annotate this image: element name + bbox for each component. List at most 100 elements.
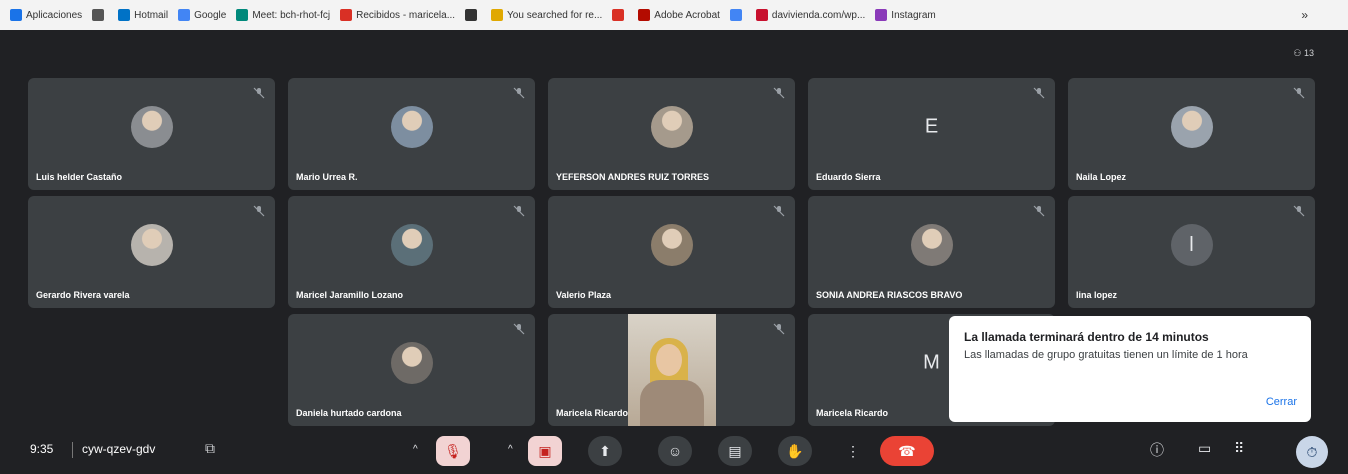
clock: 9:35 bbox=[30, 442, 54, 456]
participant-name: Gerardo Rivera varela bbox=[36, 290, 130, 300]
google-icon bbox=[729, 9, 742, 21]
captions-button[interactable]: ▤ bbox=[718, 436, 752, 466]
bookmark-item[interactable]: Adobe Acrobat bbox=[638, 9, 720, 21]
meet-icon bbox=[236, 9, 249, 21]
muted-mic-icon bbox=[1293, 86, 1305, 99]
muted-mic-icon bbox=[773, 204, 785, 217]
bookmark-label: You searched for re... bbox=[507, 9, 603, 21]
bookmark-item[interactable] bbox=[465, 9, 481, 21]
participant-name: Maricela Ricardo bbox=[816, 408, 889, 418]
present-icon: ⬆ bbox=[599, 442, 611, 459]
leave-call-button[interactable]: ☎ bbox=[880, 436, 934, 466]
participant-tile[interactable]: Mario Urrea R. bbox=[288, 78, 535, 190]
participant-tile[interactable]: Maricela Ricardo bbox=[548, 314, 795, 426]
participant-name: Eduardo Sierra bbox=[816, 172, 881, 182]
avatar bbox=[390, 106, 433, 149]
mic-toggle-button[interactable]: 🎙 bbox=[436, 436, 470, 466]
copy-icon[interactable]: ⧉ bbox=[205, 440, 215, 457]
avatar bbox=[910, 224, 953, 267]
bookmark-item[interactable]: Hotmail bbox=[118, 9, 168, 21]
muted-mic-icon bbox=[1033, 86, 1045, 99]
activities-icon[interactable]: ⠿ bbox=[1234, 440, 1244, 457]
bookmark-item[interactable] bbox=[729, 9, 746, 21]
bookmark-item[interactable] bbox=[612, 9, 628, 21]
bookmark-label: Recibidos - maricela... bbox=[356, 9, 456, 21]
participant-name: Valerio Plaza bbox=[556, 290, 612, 300]
muted-mic-icon bbox=[1033, 204, 1045, 217]
participant-tile[interactable]: Luis helder Castaño bbox=[28, 78, 275, 190]
meeting-code: cyw-qzev-gdv bbox=[82, 442, 156, 456]
bookmark-label: Meet: bch-rhot-fcj bbox=[252, 9, 331, 21]
muted-mic-icon bbox=[773, 86, 785, 99]
avatar bbox=[650, 224, 693, 267]
muted-mic-icon bbox=[253, 86, 265, 99]
avatar bbox=[390, 224, 433, 267]
avatar bbox=[1170, 106, 1213, 149]
bookmark-item[interactable]: Instagram bbox=[875, 9, 936, 21]
participant-tile[interactable]: Daniela hurtado cardona bbox=[288, 314, 535, 426]
bookmark-item[interactable] bbox=[92, 9, 108, 21]
mic-options-icon[interactable]: ^ bbox=[413, 444, 418, 455]
camera-toggle-button[interactable]: ▣ bbox=[528, 436, 562, 466]
meeting-stage: ⚇ 13 Luis helder Castaño Mario Urrea R. YE… bbox=[0, 30, 1348, 474]
bookmarks-more-button[interactable]: » bbox=[1301, 8, 1308, 22]
participant-tile[interactable]: SONIA ANDREA RIASCOS BRAVO bbox=[808, 196, 1055, 308]
captions-icon: ▤ bbox=[728, 442, 742, 459]
camera-options-icon[interactable]: ^ bbox=[508, 444, 513, 455]
call-limit-toast: La llamada terminará dentro de 14 minuto… bbox=[949, 316, 1311, 422]
avatar bbox=[130, 224, 173, 267]
participant-tile[interactable]: E Eduardo Sierra bbox=[808, 78, 1055, 190]
muted-mic-icon bbox=[1293, 204, 1305, 217]
divider bbox=[72, 442, 73, 458]
bookmark-item[interactable]: davivienda.com/wp... bbox=[755, 9, 866, 21]
participant-name: Mario Urrea R. bbox=[296, 172, 358, 182]
participant-name: SONIA ANDREA RIASCOS BRAVO bbox=[816, 290, 963, 300]
participant-count[interactable]: ⚇ 13 bbox=[1293, 48, 1314, 59]
participant-name: Daniela hurtado cardona bbox=[296, 408, 402, 418]
bookmark-label: davivienda.com/wp... bbox=[771, 9, 866, 21]
present-button[interactable]: ⬆ bbox=[588, 436, 622, 466]
avatar bbox=[390, 342, 433, 385]
control-bar: 9:35 cyw-qzev-gdv ⧉ ^ 🎙 ^ ▣ ⬆ ☺ ▤ ✋ ⋮ ☎ … bbox=[0, 428, 1348, 474]
participant-name: Naila Lopez bbox=[1076, 172, 1127, 182]
participant-tile[interactable]: YEFERSON ANDRES RUIZ TORRES bbox=[548, 78, 795, 190]
raise-hand-button[interactable]: ✋ bbox=[778, 436, 812, 466]
bookmark-item[interactable]: Recibidos - maricela... bbox=[340, 9, 455, 21]
video-feed bbox=[628, 314, 716, 426]
participant-tile[interactable]: Naila Lopez bbox=[1068, 78, 1315, 190]
participant-tile[interactable]: Maricel Jaramillo Lozano bbox=[288, 196, 535, 308]
bookmark-label: Adobe Acrobat bbox=[654, 9, 720, 21]
bookmark-label: Google bbox=[194, 9, 227, 21]
participant-tile[interactable]: Gerardo Rivera varela bbox=[28, 196, 275, 308]
participant-name: YEFERSON ANDRES RUIZ TORRES bbox=[556, 172, 710, 182]
davivienda-icon bbox=[755, 9, 768, 21]
avatar-initial: M bbox=[923, 351, 940, 374]
grid-icon bbox=[92, 9, 105, 21]
hand-icon: ✋ bbox=[786, 442, 804, 459]
participant-tile[interactable]: l lina lopez bbox=[1068, 196, 1315, 308]
participant-name: Maricel Jaramillo Lozano bbox=[296, 290, 404, 300]
participant-name: lina lopez bbox=[1076, 290, 1118, 300]
mic-off-icon: 🎙 bbox=[444, 442, 462, 459]
bookmark-label: Hotmail bbox=[134, 9, 169, 21]
bookmark-item[interactable]: You searched for re... bbox=[491, 9, 602, 21]
timer-icon[interactable]: ⏱ bbox=[1296, 436, 1328, 468]
bookmark-item[interactable]: Meet: bch-rhot-fcj bbox=[236, 9, 330, 21]
muted-mic-icon bbox=[253, 204, 265, 217]
bookmark-item[interactable]: Aplicaciones bbox=[10, 9, 82, 21]
instagram-icon bbox=[875, 9, 888, 21]
participant-tile[interactable]: Valerio Plaza bbox=[548, 196, 795, 308]
toast-body: Las llamadas de grupo gratuitas tienen u… bbox=[964, 349, 1248, 361]
muted-mic-icon bbox=[513, 322, 525, 335]
chat-icon[interactable]: ▭ bbox=[1198, 440, 1211, 457]
acrobat-icon bbox=[638, 9, 651, 21]
apps-grid-icon bbox=[10, 9, 22, 21]
reactions-button[interactable]: ☺ bbox=[658, 436, 692, 466]
more-options-button[interactable]: ⋮ bbox=[836, 436, 870, 466]
avatar bbox=[650, 106, 693, 149]
toast-close-button[interactable]: Cerrar bbox=[1266, 396, 1297, 408]
info-icon[interactable]: ⓘ bbox=[1150, 440, 1164, 460]
bookmark-label: Instagram bbox=[891, 9, 936, 21]
bookmark-item[interactable]: Google bbox=[178, 9, 226, 21]
avatar-initial: l bbox=[1170, 224, 1213, 267]
